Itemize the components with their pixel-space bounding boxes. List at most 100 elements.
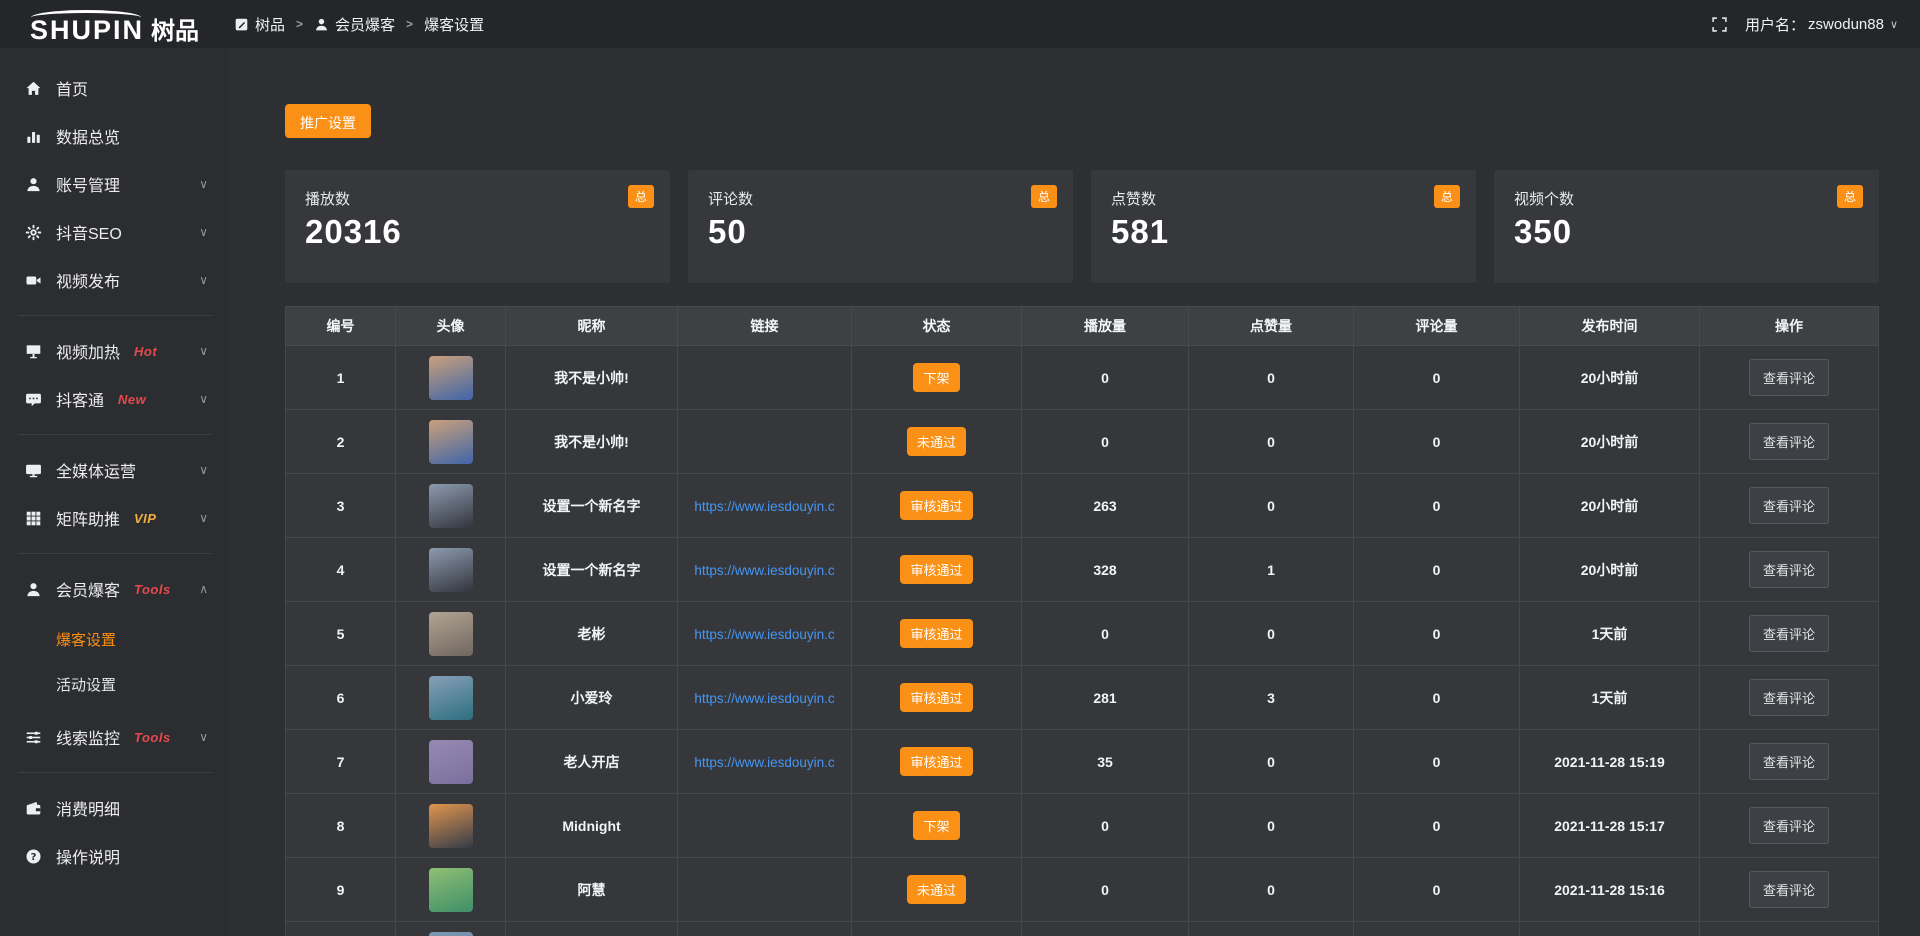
view-comments-button[interactable]: 查看评论 bbox=[1749, 807, 1829, 844]
sidebar-item-label: 会员爆客 bbox=[56, 577, 120, 601]
promotion-settings-button[interactable]: 推广设置 bbox=[285, 104, 371, 138]
cell-action bbox=[1700, 922, 1879, 936]
sidebar-item[interactable]: ?操作说明 bbox=[0, 832, 230, 880]
cell-plays: 0 bbox=[1022, 794, 1189, 858]
cell-nickname: 老彬 bbox=[506, 602, 678, 666]
sliders-icon bbox=[25, 729, 42, 746]
sidebar-item[interactable]: 全媒体运营∨ bbox=[0, 446, 230, 494]
avatar bbox=[429, 932, 473, 936]
cell-avatar bbox=[396, 346, 506, 410]
chat-icon bbox=[25, 391, 42, 408]
video-link[interactable]: https://www.iesdouyin.c bbox=[694, 627, 834, 642]
chevron-down-icon: ∨ bbox=[199, 392, 208, 406]
video-link[interactable]: https://www.iesdouyin.c bbox=[694, 499, 834, 514]
cell-action: 查看评论 bbox=[1700, 410, 1879, 474]
column-header: 头像 bbox=[396, 307, 506, 346]
sidebar-item[interactable]: 视频加热Hot∨ bbox=[0, 327, 230, 375]
cell-action: 查看评论 bbox=[1700, 538, 1879, 602]
view-comments-button[interactable]: 查看评论 bbox=[1749, 487, 1829, 524]
chevron-down-icon: ∨ bbox=[199, 273, 208, 287]
status-badge: 审核通过 bbox=[900, 555, 972, 584]
cell-link bbox=[678, 410, 852, 474]
cell-nickname: 小爱玲 bbox=[506, 666, 678, 730]
cell-nickname: 阿慧 bbox=[506, 858, 678, 922]
sidebar-item[interactable]: 矩阵助推VIP∨ bbox=[0, 494, 230, 542]
sidebar-item-badge: Tools bbox=[134, 730, 171, 745]
cell-nickname: 我不是小帅! bbox=[506, 346, 678, 410]
sidebar-item[interactable]: 消费明细 bbox=[0, 784, 230, 832]
sidebar-item[interactable]: 线索监控 Tools ∨ bbox=[0, 713, 230, 761]
cell-nickname: 设置一个新名字 bbox=[506, 538, 678, 602]
cell-action: 查看评论 bbox=[1700, 730, 1879, 794]
cell-time: 20小时前 bbox=[1520, 538, 1700, 602]
sidebar-subitem[interactable]: 活动设置 bbox=[0, 662, 230, 707]
cell-plays: 0 bbox=[1022, 410, 1189, 474]
cell-action: 查看评论 bbox=[1700, 794, 1879, 858]
fullscreen-button[interactable] bbox=[1711, 16, 1728, 33]
breadcrumb-item[interactable]: 爆客设置 bbox=[424, 14, 484, 35]
app-logo[interactable]: SHUPIN 树品 bbox=[0, 5, 230, 44]
sidebar-item[interactable]: 视频发布∨ bbox=[0, 256, 230, 304]
cell-plays: 35 bbox=[1022, 730, 1189, 794]
sidebar-item-label: 线索监控 bbox=[56, 725, 120, 749]
column-header: 评论量 bbox=[1354, 307, 1520, 346]
sidebar-item-badge: VIP bbox=[134, 511, 156, 526]
cell-time: 20小时前 bbox=[1520, 474, 1700, 538]
view-comments-button[interactable]: 查看评论 bbox=[1749, 871, 1829, 908]
cell-comments: 0 bbox=[1354, 858, 1520, 922]
cell-comments: 0 bbox=[1354, 410, 1520, 474]
breadcrumb-separator: > bbox=[406, 17, 413, 31]
cell-id: 3 bbox=[286, 474, 396, 538]
sidebar-subitem[interactable]: 爆客设置 bbox=[0, 617, 230, 662]
sidebar-item[interactable]: 数据总览 bbox=[0, 112, 230, 160]
video-link[interactable]: https://www.iesdouyin.c bbox=[694, 691, 834, 706]
breadcrumb-item[interactable]: 树品 bbox=[234, 14, 285, 35]
sidebar-item[interactable]: 抖客通New∨ bbox=[0, 375, 230, 423]
chevron-down-icon: ∨ bbox=[199, 177, 208, 191]
cell-likes: 0 bbox=[1189, 794, 1354, 858]
cell-status: 下架 bbox=[852, 794, 1022, 858]
cell-status: 审核通过 bbox=[852, 602, 1022, 666]
total-badge: 总 bbox=[1434, 185, 1460, 208]
view-comments-button[interactable]: 查看评论 bbox=[1749, 679, 1829, 716]
chevron-down-icon: ∨ bbox=[199, 730, 208, 744]
main-layout: 首页数据总览账号管理∨抖音SEO∨视频发布∨视频加热Hot∨抖客通New∨全媒体… bbox=[0, 48, 1920, 936]
video-link[interactable]: https://www.iesdouyin.c bbox=[694, 563, 834, 578]
cell-id: 7 bbox=[286, 730, 396, 794]
chart-icon bbox=[25, 128, 42, 145]
sidebar-item-label: 全媒体运营 bbox=[56, 458, 136, 482]
sidebar: 首页数据总览账号管理∨抖音SEO∨视频发布∨视频加热Hot∨抖客通New∨全媒体… bbox=[0, 48, 230, 936]
sidebar-item[interactable]: 抖音SEO∨ bbox=[0, 208, 230, 256]
stat-cards-row: 播放数 20316 总 评论数 50 总 点赞数 581 总 视频个数 350 … bbox=[285, 170, 1879, 283]
sidebar-subitem-label: 爆客设置 bbox=[56, 629, 116, 650]
status-badge: 下架 bbox=[913, 363, 959, 392]
breadcrumb-item[interactable]: 会员爆客 bbox=[314, 14, 395, 35]
sidebar-item-badge: New bbox=[118, 392, 146, 407]
cell-likes: 0 bbox=[1189, 346, 1354, 410]
status-badge: 下架 bbox=[913, 811, 959, 840]
view-comments-button[interactable]: 查看评论 bbox=[1749, 551, 1829, 588]
status-badge: 审核通过 bbox=[900, 619, 972, 648]
user-menu[interactable]: 用户名： zswodun88 ∨ bbox=[1745, 14, 1898, 35]
video-link[interactable]: https://www.iesdouyin.c bbox=[694, 755, 834, 770]
cell-time: 2021-11-28 15:19 bbox=[1520, 730, 1700, 794]
monitor-icon bbox=[25, 462, 42, 479]
view-comments-button[interactable]: 查看评论 bbox=[1749, 359, 1829, 396]
sidebar-item[interactable]: 会员爆客Tools∧ bbox=[0, 565, 230, 613]
view-comments-button[interactable]: 查看评论 bbox=[1749, 743, 1829, 780]
cell-link bbox=[678, 922, 852, 936]
view-comments-button[interactable]: 查看评论 bbox=[1749, 423, 1829, 460]
breadcrumb: 树品>会员爆客>爆客设置 bbox=[230, 14, 484, 35]
cell-likes: 3 bbox=[1189, 666, 1354, 730]
sidebar-item-label: 视频加热 bbox=[56, 339, 120, 363]
sidebar-item[interactable]: 首页 bbox=[0, 64, 230, 112]
stat-card-value: 20316 bbox=[305, 213, 650, 251]
breadcrumb-label: 树品 bbox=[255, 14, 285, 35]
cell-avatar bbox=[396, 794, 506, 858]
cell-comments bbox=[1354, 922, 1520, 936]
column-header: 链接 bbox=[678, 307, 852, 346]
view-comments-button[interactable]: 查看评论 bbox=[1749, 615, 1829, 652]
cell-status: 下架 bbox=[852, 346, 1022, 410]
sidebar-item[interactable]: 账号管理∨ bbox=[0, 160, 230, 208]
sidebar-item-label: 首页 bbox=[56, 76, 88, 100]
